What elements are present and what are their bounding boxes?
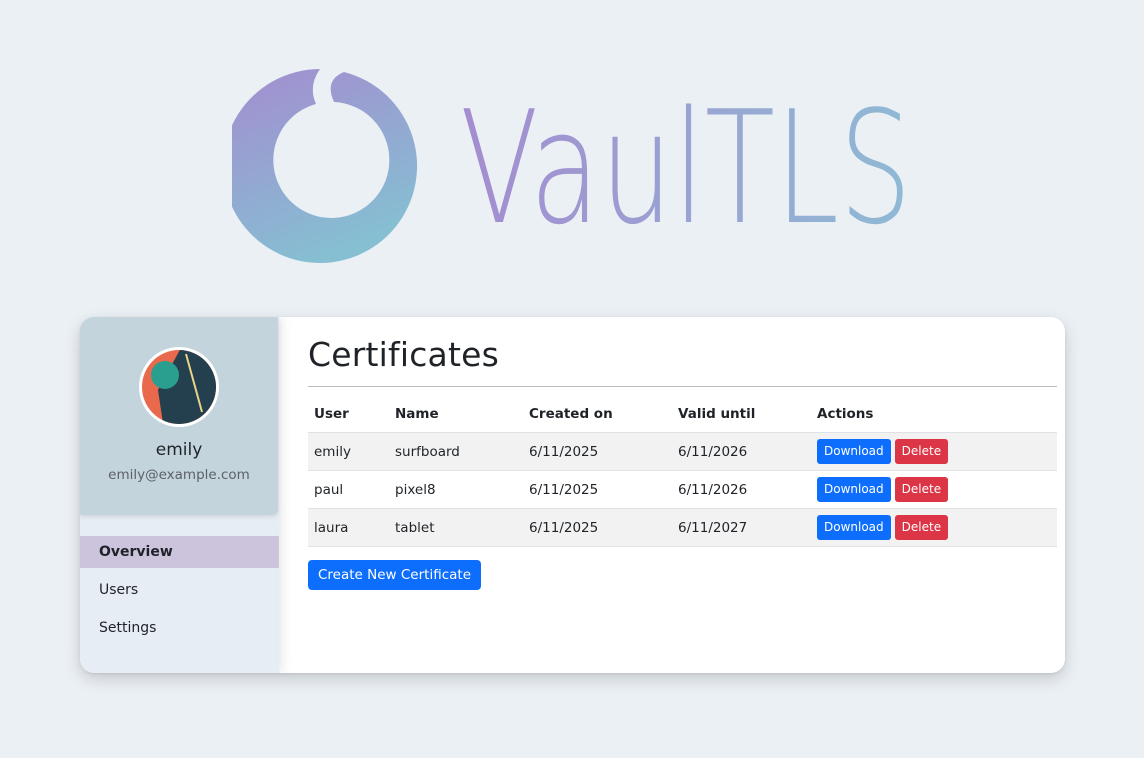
sidebar: emily emily@example.com Overview Users S…	[80, 317, 279, 673]
cell-user: laura	[308, 508, 389, 547]
column-header-valid: Valid until	[672, 396, 811, 433]
cell-created: 6/11/2025	[523, 470, 672, 509]
cell-actions: Download Delete	[811, 508, 1057, 547]
vaultls-logo: VaulTLS	[232, 66, 922, 264]
avatar[interactable]	[139, 347, 219, 427]
table-row: laura tablet 6/11/2025 6/11/2027 Downloa…	[308, 508, 1057, 547]
cell-valid: 6/11/2026	[672, 470, 811, 509]
main-content: Certificates User Name Created on Valid …	[308, 317, 1058, 673]
cell-user: paul	[308, 470, 389, 509]
cell-actions: Download Delete	[811, 470, 1057, 509]
cell-name: surfboard	[389, 432, 523, 471]
cell-created: 6/11/2025	[523, 508, 672, 547]
delete-button[interactable]: Delete	[894, 515, 949, 540]
column-header-name: Name	[389, 396, 523, 433]
cell-name: tablet	[389, 508, 523, 547]
profile-email: emily@example.com	[108, 467, 250, 483]
cell-name: pixel8	[389, 470, 523, 509]
nav-item-users[interactable]: Users	[80, 574, 279, 606]
profile-panel: emily emily@example.com	[80, 317, 278, 515]
cell-valid: 6/11/2026	[672, 432, 811, 471]
table-header-row: User Name Created on Valid until Actions	[308, 396, 1057, 433]
cell-valid: 6/11/2027	[672, 508, 811, 547]
page: VaulTLS emily emily@example.com Overview…	[0, 0, 1144, 758]
cell-actions: Download Delete	[811, 432, 1057, 471]
column-header-created: Created on	[523, 396, 672, 433]
cell-created: 6/11/2025	[523, 432, 672, 471]
nav-item-overview[interactable]: Overview	[80, 536, 279, 568]
title-divider	[308, 386, 1057, 387]
certificates-table: User Name Created on Valid until Actions…	[308, 396, 1057, 547]
delete-button[interactable]: Delete	[894, 439, 949, 464]
column-header-user: User	[308, 396, 389, 433]
profile-name: emily	[155, 440, 203, 460]
download-button[interactable]: Download	[817, 439, 891, 464]
column-header-actions: Actions	[811, 396, 1057, 433]
logo-ring-icon	[232, 69, 418, 263]
cell-user: emily	[308, 432, 389, 471]
delete-button[interactable]: Delete	[894, 477, 949, 502]
nav-item-settings[interactable]: Settings	[80, 612, 279, 644]
create-certificate-button[interactable]: Create New Certificate	[308, 560, 482, 590]
download-button[interactable]: Download	[817, 477, 891, 502]
table-row: emily surfboard 6/11/2025 6/11/2026 Down…	[308, 432, 1057, 471]
logo-text: VaulTLS	[460, 77, 912, 259]
download-button[interactable]: Download	[817, 515, 891, 540]
avatar-image	[142, 350, 216, 424]
main-card: emily emily@example.com Overview Users S…	[80, 317, 1065, 673]
table-row: paul pixel8 6/11/2025 6/11/2026 Download…	[308, 470, 1057, 509]
page-title: Certificates	[308, 335, 500, 374]
